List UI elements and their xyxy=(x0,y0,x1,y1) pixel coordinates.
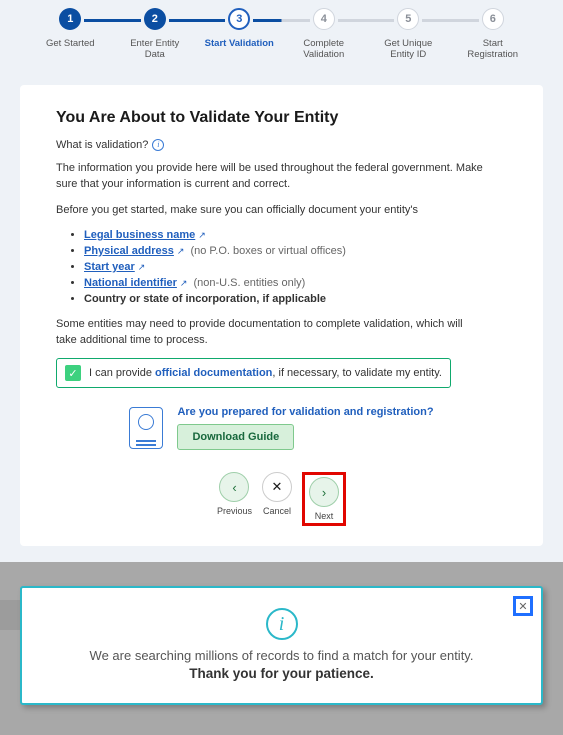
req-national-identifier: National identifier↗ (non-U.S. entities o… xyxy=(84,277,507,289)
cancel-label: Cancel xyxy=(263,506,291,516)
guide-document-icon xyxy=(129,407,163,449)
chevron-left-icon: ‹ xyxy=(232,480,236,495)
some-entities-text: Some entities may need to provide docume… xyxy=(56,317,476,349)
modal-message-line1: We are searching millions of records to … xyxy=(52,648,511,663)
before-text: Before you get started, make sure you ca… xyxy=(56,203,507,219)
previous-button-wrap: ‹ Previous xyxy=(217,472,252,526)
searching-backdrop: ✕ i We are searching millions of records… xyxy=(0,562,563,735)
step-4: 4 Complete Validation xyxy=(282,8,367,61)
link-national-identifier[interactable]: National identifier xyxy=(84,277,177,289)
step-label-4: Complete Validation xyxy=(289,38,359,61)
step-circle-3: 3 xyxy=(228,8,250,30)
validation-card: You Are About to Validate Your Entity Wh… xyxy=(20,85,543,547)
step-circle-5: 5 xyxy=(397,8,419,30)
step-circle-4: 4 xyxy=(313,8,335,30)
previous-label: Previous xyxy=(217,506,252,516)
link-legal-name[interactable]: Legal business name xyxy=(84,229,195,241)
close-icon: ✕ xyxy=(518,600,527,613)
step-circle-2: 2 xyxy=(144,8,166,30)
step-label-1: Get Started xyxy=(46,38,95,49)
step-label-6: Start Registration xyxy=(458,38,528,61)
step-label-5: Get Unique Entity ID xyxy=(373,38,443,61)
external-link-icon: ↗ xyxy=(177,246,185,256)
hint-national-identifier: (non-U.S. entities only) xyxy=(193,277,305,289)
searching-modal: ✕ i We are searching millions of records… xyxy=(20,586,543,705)
chevron-right-icon: › xyxy=(322,485,326,500)
cancel-button-wrap: ✕ Cancel xyxy=(262,472,292,526)
link-physical-address[interactable]: Physical address xyxy=(84,245,174,257)
download-guide-panel: Are you prepared for validation and regi… xyxy=(56,406,507,450)
step-circle-1: 1 xyxy=(59,8,81,30)
step-label-3: Start Validation xyxy=(205,38,274,49)
link-start-year[interactable]: Start year xyxy=(84,261,135,273)
what-is-validation-row: What is validation? i xyxy=(56,139,507,151)
next-button-highlight: › Next xyxy=(302,472,346,526)
checkbox-checked-icon[interactable]: ✓ xyxy=(65,365,81,381)
step-3: 3 Start Validation xyxy=(197,8,282,49)
req-legal-name: Legal business name↗ xyxy=(84,229,507,241)
confirm-text: I can provide official documentation, if… xyxy=(89,367,442,379)
external-link-icon: ↗ xyxy=(138,262,146,272)
what-is-validation-label: What is validation? xyxy=(56,139,148,151)
modal-close-button[interactable]: ✕ xyxy=(513,596,533,616)
confirm-prefix: I can provide xyxy=(89,367,155,379)
next-label: Next xyxy=(315,511,334,521)
info-icon: i xyxy=(266,608,298,640)
requirements-list: Legal business name↗ Physical address↗(n… xyxy=(56,229,507,305)
page-title: You Are About to Validate Your Entity xyxy=(56,109,507,127)
confirm-documentation-box[interactable]: ✓ I can provide official documentation, … xyxy=(56,358,451,388)
external-link-icon: ↗ xyxy=(198,230,206,240)
cancel-button[interactable]: ✕ xyxy=(262,472,292,502)
req-physical-address: Physical address↗ (no P.O. boxes or virtu… xyxy=(84,245,507,257)
step-5: 5 Get Unique Entity ID xyxy=(366,8,451,61)
info-icon[interactable]: i xyxy=(152,139,164,151)
hint-physical-address: (no P.O. boxes or virtual offices) xyxy=(190,245,346,257)
step-2: 2 Enter Entity Data xyxy=(113,8,198,61)
confirm-suffix: , if necessary, to validate my entity. xyxy=(272,367,442,379)
req-country-state: Country or state of incorporation, if ap… xyxy=(84,293,507,305)
intro-text: The information you provide here will be… xyxy=(56,161,507,193)
external-link-icon: ↗ xyxy=(180,278,188,288)
next-button[interactable]: › xyxy=(309,477,339,507)
wizard-nav-row: ‹ Previous ✕ Cancel › Next xyxy=(56,472,507,526)
modal-message-line2: Thank you for your patience. xyxy=(52,666,511,681)
download-guide-button[interactable]: Download Guide xyxy=(177,424,294,450)
step-label-2: Enter Entity Data xyxy=(120,38,190,61)
req-start-year: Start year↗ xyxy=(84,261,507,273)
progress-stepper: 1 Get Started 2 Enter Entity Data 3 Star… xyxy=(0,8,563,61)
confirm-bold: official documentation xyxy=(155,367,272,379)
guide-question: Are you prepared for validation and regi… xyxy=(177,406,433,418)
step-1: 1 Get Started xyxy=(28,8,113,49)
step-circle-6: 6 xyxy=(482,8,504,30)
close-icon: ✕ xyxy=(272,479,283,495)
previous-button[interactable]: ‹ xyxy=(219,472,249,502)
step-6: 6 Start Registration xyxy=(451,8,536,61)
